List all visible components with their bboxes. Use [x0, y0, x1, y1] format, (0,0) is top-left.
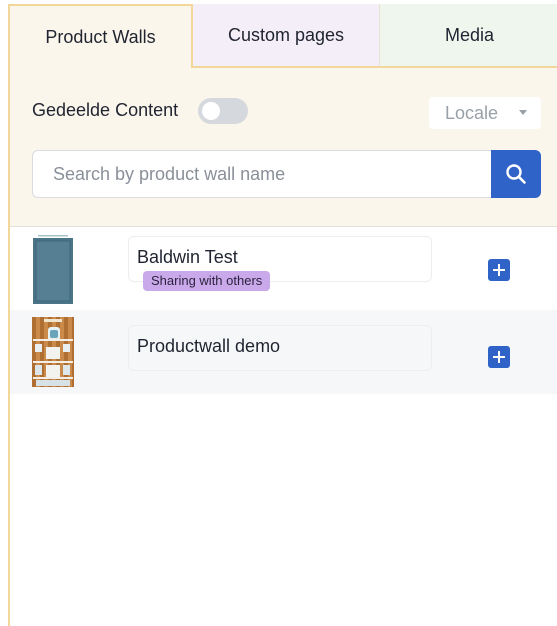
item-name-box[interactable]: Baldwin Test Sharing with others: [128, 236, 432, 291]
list-item[interactable]: Baldwin Test Sharing with others: [10, 226, 557, 310]
search-icon: [506, 164, 526, 184]
search-input[interactable]: [32, 150, 492, 198]
tab-label: Custom pages: [227, 24, 345, 45]
tab-custom-pages[interactable]: Custom pages: [193, 4, 380, 68]
search-button[interactable]: [491, 150, 541, 198]
item-name: Productwall demo: [137, 336, 281, 356]
list-item[interactable]: Productwall demo: [10, 310, 557, 394]
toggle-knob: [202, 102, 220, 120]
item-name: Baldwin Test: [137, 247, 238, 267]
add-button[interactable]: [488, 346, 510, 368]
tab-media[interactable]: Media: [380, 4, 557, 68]
locale-select[interactable]: Locale: [429, 97, 541, 129]
tab-product-walls[interactable]: Product Walls: [10, 4, 193, 68]
locale-label: Locale: [445, 102, 499, 123]
product-wall-list: Baldwin Test Sharing with others Product…: [10, 226, 557, 394]
tab-bar: Product Walls Custom pages Media: [10, 4, 557, 68]
shared-content-toggle[interactable]: [198, 98, 248, 124]
filter-controls: Gedeelde Content Locale: [10, 68, 557, 227]
chevron-down-icon: [519, 110, 527, 115]
product-wall-thumbnail: [32, 234, 74, 304]
add-button[interactable]: [488, 259, 510, 281]
tab-label: Product Walls: [45, 26, 156, 47]
shared-content-label: Gedeelde Content: [32, 100, 179, 120]
tab-label: Media: [444, 24, 495, 45]
product-wall-thumbnail: [32, 317, 74, 387]
item-name-box[interactable]: Productwall demo: [128, 325, 432, 371]
sharing-badge: Sharing with others: [143, 271, 271, 291]
product-walls-panel: Product Walls Custom pages Media Gedeeld…: [8, 4, 557, 626]
